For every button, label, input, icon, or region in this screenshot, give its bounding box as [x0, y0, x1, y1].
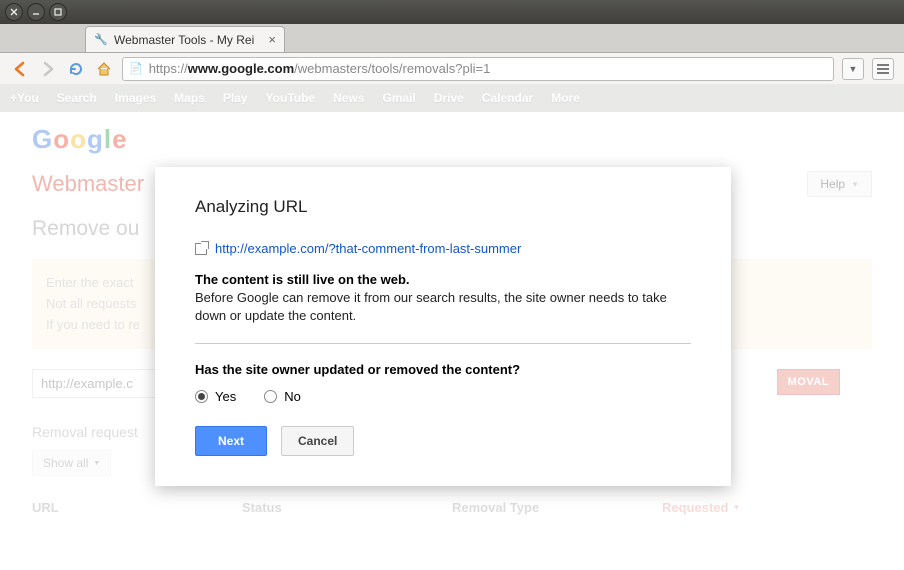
external-link-icon — [195, 243, 207, 255]
divider — [195, 343, 691, 344]
url-dropdown-button[interactable]: ▼ — [842, 58, 864, 80]
radio-yes[interactable]: Yes — [195, 389, 236, 404]
url-text: https://www.google.com/webmasters/tools/… — [149, 61, 827, 76]
page-icon: 📄 — [129, 62, 143, 75]
dialog-body-text: Before Google can remove it from our sea… — [195, 289, 691, 325]
analyzed-url-link[interactable]: http://example.com/?that-comment-from-la… — [215, 241, 521, 256]
back-button[interactable] — [10, 59, 30, 79]
tab-close-icon[interactable]: × — [268, 32, 276, 47]
dialog-status-heading: The content is still live on the web. — [195, 272, 691, 287]
window-close-button[interactable] — [5, 3, 23, 21]
window-controls — [0, 0, 904, 24]
home-button[interactable] — [94, 59, 114, 79]
window-minimize-button[interactable] — [27, 3, 45, 21]
tab-title: Webmaster Tools - My Rei — [114, 33, 262, 47]
tab-favicon-icon: 🔧 — [94, 33, 108, 47]
next-button[interactable]: Next — [195, 426, 267, 456]
radio-icon — [264, 390, 277, 403]
browser-menu-button[interactable] — [872, 58, 894, 80]
radio-icon — [195, 390, 208, 403]
url-bar[interactable]: 📄 https://www.google.com/webmasters/tool… — [122, 57, 834, 81]
tab-strip: 🔧 Webmaster Tools - My Rei × — [0, 24, 904, 52]
window-maximize-button[interactable] — [49, 3, 67, 21]
radio-no[interactable]: No — [264, 389, 301, 404]
browser-tab[interactable]: 🔧 Webmaster Tools - My Rei × — [85, 26, 285, 52]
page-container: +You Search Images Maps Play YouTube New… — [0, 84, 904, 570]
browser-chrome: 🔧 Webmaster Tools - My Rei × 📄 https://w… — [0, 24, 904, 84]
dialog-title: Analyzing URL — [195, 197, 691, 217]
cancel-button[interactable]: Cancel — [281, 426, 354, 456]
dialog-question: Has the site owner updated or removed th… — [195, 362, 691, 377]
reload-button[interactable] — [66, 59, 86, 79]
forward-button[interactable] — [38, 59, 58, 79]
analyzing-url-dialog: Analyzing URL http://example.com/?that-c… — [155, 167, 731, 486]
browser-toolbar: 📄 https://www.google.com/webmasters/tool… — [0, 52, 904, 84]
